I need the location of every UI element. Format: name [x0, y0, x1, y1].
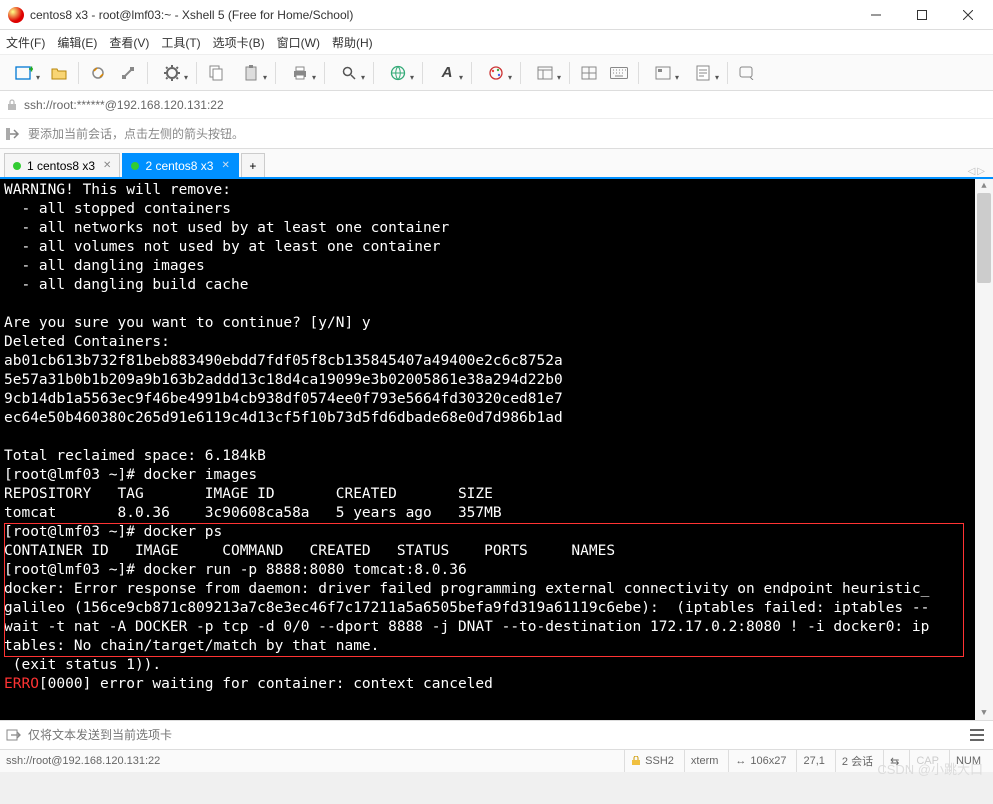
close-icon[interactable]: ✕ [221, 160, 229, 171]
tab-label: 2 centos8 x3 [145, 159, 213, 173]
properties-button[interactable] [154, 60, 190, 86]
tab-scroll-buttons[interactable]: ◁▷ [968, 166, 989, 177]
scroll-up-icon[interactable]: ▲ [975, 179, 993, 193]
address-text[interactable]: ssh://root:******@192.168.120.131:22 [24, 98, 987, 112]
terminal-output: WARNING! This will remove: - all stopped… [0, 179, 993, 696]
encoding-button[interactable] [380, 60, 416, 86]
title-bar: centos8 x3 - root@lmf03:~ - Xshell 5 (Fr… [0, 0, 993, 30]
color-scheme-button[interactable] [478, 60, 514, 86]
status-term: xterm [684, 750, 725, 772]
mru-button[interactable] [527, 60, 563, 86]
open-button[interactable] [46, 60, 72, 86]
status-num: NUM [949, 750, 987, 772]
status-proto: SSH2 [624, 750, 680, 772]
tab-session-1[interactable]: 1 centos8 x3 ✕ [4, 153, 120, 177]
resize-icon: ↔ [735, 755, 746, 767]
maximize-button[interactable] [899, 0, 945, 30]
status-sessions: 2 会话 [835, 750, 879, 772]
lock-icon [631, 756, 641, 766]
menu-edit[interactable]: 编辑(E) [57, 34, 97, 51]
menu-window[interactable]: 窗口(W) [277, 34, 320, 51]
print-button[interactable] [282, 60, 318, 86]
terminal-scrollbar[interactable]: ▲ ▼ [975, 179, 993, 720]
compose-menu-icon[interactable] [967, 725, 987, 745]
new-tab-button[interactable]: + [241, 153, 265, 177]
menu-tools[interactable]: 工具(T) [161, 34, 200, 51]
tab-session-2[interactable]: 2 centos8 x3 ✕ [122, 153, 238, 177]
keyboard-button[interactable] [606, 60, 632, 86]
find-button[interactable] [331, 60, 367, 86]
add-session-arrow-icon[interactable] [6, 126, 22, 142]
close-button[interactable] [945, 0, 991, 30]
status-pos: 27,1 [796, 750, 830, 772]
layout-button[interactable] [645, 60, 681, 86]
menu-tabs[interactable]: 选项卡(B) [213, 34, 265, 51]
close-icon[interactable]: ✕ [103, 160, 111, 171]
toolbar: A [0, 55, 993, 91]
status-size: ↔ 106x27 [728, 750, 792, 772]
menu-file[interactable]: 文件(F) [6, 34, 45, 51]
window-title: centos8 x3 - root@lmf03:~ - Xshell 5 (Fr… [30, 8, 853, 22]
compose-bar [0, 720, 993, 750]
script-button[interactable] [685, 60, 721, 86]
terminal[interactable]: WARNING! This will remove: - all stopped… [0, 177, 993, 720]
paste-button[interactable] [233, 60, 269, 86]
tab-label: 1 centos8 x3 [27, 159, 95, 173]
copy-button[interactable] [203, 60, 229, 86]
reconnect-button[interactable] [85, 60, 111, 86]
app-icon [8, 7, 24, 23]
hint-text: 要添加当前会话，点击左侧的箭头按钮。 [28, 125, 244, 142]
menu-view[interactable]: 查看(V) [109, 34, 149, 51]
status-caps: CAP [909, 750, 945, 772]
tab-strip: 1 centos8 x3 ✕ 2 centos8 x3 ✕ + ◁▷ [0, 149, 993, 177]
font-button[interactable]: A [429, 60, 465, 86]
status-sync[interactable]: ⇆ [883, 750, 905, 772]
lock-icon [6, 99, 18, 111]
disconnect-button[interactable] [115, 60, 141, 86]
help-icon[interactable] [734, 60, 760, 86]
scroll-thumb[interactable] [977, 193, 991, 283]
status-dot-icon [131, 162, 139, 170]
compose-input[interactable] [28, 728, 961, 742]
new-session-button[interactable] [6, 60, 42, 86]
hint-bar: 要添加当前会话，点击左侧的箭头按钮。 [0, 119, 993, 149]
minimize-button[interactable] [853, 0, 899, 30]
menu-bar: 文件(F) 编辑(E) 查看(V) 工具(T) 选项卡(B) 窗口(W) 帮助(… [0, 30, 993, 55]
status-bar: ssh://root@192.168.120.131:22 SSH2 xterm… [0, 750, 993, 772]
status-dot-icon [13, 162, 21, 170]
scroll-down-icon[interactable]: ▼ [975, 706, 993, 720]
send-to-icon[interactable] [6, 727, 22, 743]
arrange-button[interactable] [576, 60, 602, 86]
status-conn: ssh://root@192.168.120.131:22 [6, 750, 166, 772]
sync-icon: ⇆ [890, 755, 899, 768]
menu-help[interactable]: 帮助(H) [332, 34, 373, 51]
address-bar: ssh://root:******@192.168.120.131:22 [0, 91, 993, 119]
